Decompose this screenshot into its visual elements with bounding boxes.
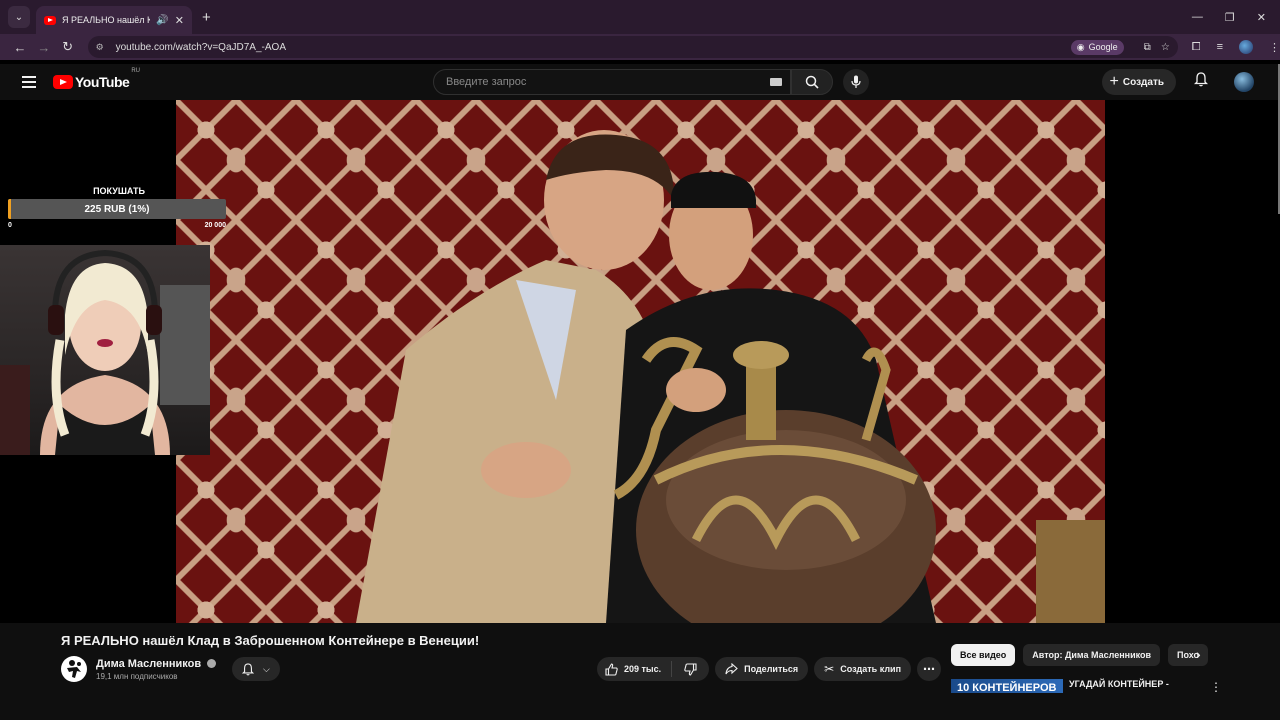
menu-hamburger-icon[interactable] — [22, 76, 36, 88]
browser-toolbar: ← → ↻ ⚙ youtube.com/watch?v=QaJD7A_-AOA … — [0, 34, 1280, 60]
webcam-image — [0, 249, 210, 455]
channel-row: Дима Масленников 19,1 млн подписчиков ⌵ — [61, 656, 281, 682]
related-filter-chips: Все видео Автор: Дима Масленников Похо — [951, 644, 1211, 666]
donation-progress-bar: 225 RUB (1%) — [8, 199, 226, 219]
extension-area: ⧠ ≡ ⋮ — [1192, 40, 1280, 54]
video-info-section: Я РЕАЛЬНО нашёл Клад в Заброшенном Конте… — [0, 623, 1280, 720]
more-actions-button[interactable]: ⋯ — [917, 657, 942, 681]
create-label: Создать — [1122, 76, 1164, 88]
donation-progress-fill — [8, 199, 11, 219]
donation-range-max: 20 000 — [204, 222, 226, 229]
like-dislike-group: 209 тыс. — [597, 657, 710, 681]
dislike-button[interactable] — [672, 662, 709, 676]
forward-arrow-icon[interactable]: → — [32, 40, 56, 55]
account-avatar[interactable] — [1234, 72, 1254, 92]
channel-logo-icon — [67, 660, 81, 678]
like-button[interactable]: 209 тыс. — [597, 661, 673, 677]
new-tab-button[interactable]: + — [202, 9, 211, 26]
recommended-video[interactable]: 10 КОНТЕЙНЕРОВ УГАДАЙ КОНТЕЙНЕР - — [951, 679, 1221, 693]
youtube-logo[interactable]: YouTube RU — [53, 68, 140, 90]
donation-goal-label: ПОКУШАТЬ — [93, 186, 145, 196]
clip-label: Создать клип — [840, 664, 902, 674]
video-title: Я РЕАЛЬНО нашёл Клад в Заброшенном Конте… — [61, 633, 480, 648]
video-player[interactable] — [176, 100, 1105, 623]
chevron-right-icon[interactable]: › — [1196, 646, 1201, 662]
restore-icon[interactable]: ❐ — [1225, 11, 1235, 24]
subscription-notifications-button[interactable]: ⌵ — [232, 657, 281, 681]
like-count: 209 тыс. — [624, 664, 662, 674]
reload-icon[interactable]: ↻ — [56, 39, 80, 55]
thumbs-down-icon — [684, 662, 697, 676]
thumbs-up-icon — [605, 662, 618, 676]
donation-range: 0 20 000 — [8, 222, 226, 229]
voice-search-button[interactable] — [842, 69, 869, 95]
url-text: youtube.com/watch?v=QaJD7A_-AOA — [115, 41, 286, 53]
address-bar[interactable]: ⚙ youtube.com/watch?v=QaJD7A_-AOA ◉ Googl… — [87, 36, 1178, 58]
install-app-icon[interactable]: ⧉ — [1144, 42, 1151, 53]
browser-tab-strip: ⌄ Я РЕАЛЬНО нашёл Клад в 🔊 ✕ + — ❐ ✕ — [0, 0, 1280, 34]
plus-icon: + — [1109, 73, 1119, 90]
create-button[interactable]: + Создать — [1101, 69, 1176, 95]
back-arrow-icon[interactable]: ← — [8, 40, 32, 55]
channel-meta: Дима Масленников 19,1 млн подписчиков — [96, 658, 217, 681]
share-label: Поделиться — [744, 664, 799, 674]
youtube-play-logo-icon — [53, 75, 73, 89]
recommended-thumbnail[interactable]: 10 КОНТЕЙНЕРОВ — [951, 679, 1063, 693]
share-arrow-icon — [725, 663, 738, 675]
channel-name-row[interactable]: Дима Масленников — [96, 658, 217, 670]
logo-region: RU — [131, 68, 140, 74]
verified-badge-icon — [207, 659, 217, 668]
create-clip-button[interactable]: ✂ Создать клип — [814, 657, 912, 681]
keyboard-icon[interactable] — [769, 78, 782, 86]
youtube-header: YouTube RU Введите запрос + Создать — [0, 64, 1278, 100]
video-actions: 209 тыс. Поделиться ✂ Создать клип ⋯ — [597, 657, 942, 681]
google-chip-label: Google — [1088, 42, 1118, 52]
bell-icon — [1193, 72, 1209, 87]
subscriber-count: 19,1 млн подписчиков — [96, 671, 178, 681]
share-button[interactable]: Поделиться — [715, 657, 809, 681]
site-info-icon[interactable]: ⚙ — [96, 42, 108, 53]
recommended-title[interactable]: УГАДАЙ КОНТЕЙНЕР - — [1069, 679, 1169, 693]
lens-icon: ◉ — [1076, 41, 1085, 52]
more-vertical-icon[interactable]: ⋮ — [1210, 680, 1222, 694]
tab-title: Я РЕАЛЬНО нашёл Клад в — [62, 15, 151, 25]
video-frame — [356, 130, 1105, 623]
donation-goal-widget: ПОКУШАТЬ 225 RUB (1%) 0 20 000 — [0, 186, 230, 229]
search-button[interactable] — [790, 69, 833, 95]
logo-wordmark: YouTube — [75, 74, 130, 90]
more-horizontal-icon: ⋯ — [923, 662, 936, 676]
browser-tab-active[interactable]: Я РЕАЛЬНО нашёл Клад в 🔊 ✕ — [36, 6, 192, 34]
chip-by-author[interactable]: Автор: Дима Масленников — [1023, 644, 1161, 666]
youtube-favicon-icon — [44, 15, 56, 25]
notifications-button[interactable] — [1193, 72, 1209, 92]
minimize-icon[interactable]: — — [1192, 11, 1203, 24]
bookmark-star-icon[interactable]: ☆ — [1161, 42, 1170, 53]
donation-progress-text: 225 RUB (1%) — [84, 203, 150, 215]
screen: ⌄ Я РЕАЛЬНО нашёл Клад в 🔊 ✕ + — ❐ ✕ ← →… — [0, 0, 1280, 720]
chevron-down-icon: ⌵ — [263, 663, 270, 674]
search-input[interactable]: Введите запрос — [432, 69, 791, 95]
tab-close-icon[interactable]: ✕ — [175, 14, 184, 27]
search-icon — [805, 75, 819, 89]
media-control-icon[interactable]: ≡ — [1217, 41, 1223, 53]
google-lens-chip[interactable]: ◉ Google — [1070, 39, 1124, 55]
search-placeholder: Введите запрос — [445, 76, 527, 88]
microphone-icon — [851, 75, 861, 88]
chip-all-videos[interactable]: Все видео — [951, 644, 1016, 666]
bell-icon — [242, 662, 255, 675]
streamer-webcam — [0, 245, 210, 455]
window-controls: — ❐ ✕ — [1192, 11, 1280, 24]
channel-name[interactable]: Дима Масленников — [96, 658, 201, 670]
browser-menu-icon[interactable]: ⋮ — [1269, 41, 1280, 54]
profile-avatar-icon[interactable] — [1239, 40, 1254, 54]
chip-similar[interactable]: Похо — [1168, 644, 1209, 666]
extensions-puzzle-icon[interactable]: ⧠ — [1192, 41, 1201, 54]
donation-range-min: 0 — [8, 222, 12, 229]
window-close-icon[interactable]: ✕ — [1257, 11, 1266, 24]
audio-playing-icon[interactable]: 🔊 — [156, 15, 168, 26]
scissors-icon: ✂ — [824, 662, 835, 676]
channel-avatar[interactable] — [61, 656, 87, 682]
tab-search-button[interactable]: ⌄ — [8, 6, 30, 28]
